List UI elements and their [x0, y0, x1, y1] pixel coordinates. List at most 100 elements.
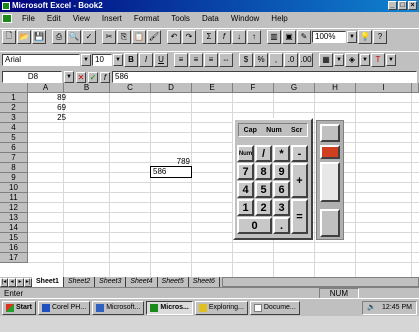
taskbar-item[interactable]: Microsoft...	[92, 300, 145, 315]
close-button[interactable]: ×	[408, 1, 417, 10]
last-sheet-icon[interactable]: ▸|	[24, 277, 32, 287]
taskbar-item[interactable]: Exploring...	[194, 300, 248, 315]
row-header[interactable]: 10	[0, 183, 28, 193]
tab-sheet6[interactable]: Sheet6	[188, 277, 220, 287]
arrow-icon[interactable]	[320, 145, 340, 159]
zoom-dropdown-icon[interactable]: ▼	[347, 30, 357, 43]
font-color-dropdown-icon[interactable]: ▼	[386, 53, 396, 66]
menu-data[interactable]: Data	[196, 14, 225, 23]
taskbar-item[interactable]: Docume...	[249, 300, 300, 315]
column-header[interactable]: B	[64, 83, 110, 93]
key-8[interactable]: 8	[255, 163, 272, 180]
format-painter-icon[interactable]: 🖌	[147, 29, 161, 44]
redo-icon[interactable]: ↷	[182, 29, 196, 44]
align-left-icon[interactable]: ≡	[174, 52, 188, 67]
name-box-dropdown-icon[interactable]: ▼	[64, 71, 74, 83]
currency-icon[interactable]: $	[239, 52, 253, 67]
increase-decimal-icon[interactable]: .0	[284, 52, 298, 67]
row-header[interactable]: 11	[0, 193, 28, 203]
new-icon[interactable]: 🗋	[2, 29, 16, 44]
merge-center-icon[interactable]: ⇔	[219, 52, 233, 67]
column-header[interactable]: I	[356, 83, 412, 93]
font-dropdown-icon[interactable]: ▼	[81, 53, 91, 66]
taskbar-item[interactable]: Corel PH...	[37, 300, 91, 315]
taskbar-item-active[interactable]: Micros...	[146, 300, 193, 315]
column-header[interactable]: D	[151, 83, 192, 93]
clock[interactable]: 12:45 PM	[382, 302, 412, 314]
row-header[interactable]: 12	[0, 203, 28, 213]
key-1[interactable]: 1	[237, 199, 254, 216]
font-name-box[interactable]: Arial	[2, 53, 80, 66]
fill-dropdown-icon[interactable]: ▼	[360, 53, 370, 66]
menu-window[interactable]: Window	[225, 14, 265, 23]
fill-color-icon[interactable]: ◈	[345, 52, 359, 67]
row-header[interactable]: 17	[0, 253, 28, 263]
spelling-icon[interactable]: ✓	[82, 29, 96, 44]
percent-icon[interactable]: %	[254, 52, 268, 67]
tipwizard-icon[interactable]: 💡	[358, 29, 372, 44]
key-0[interactable]: 0	[237, 217, 272, 234]
row-header[interactable]: 5	[0, 133, 28, 143]
calculator-toggle-icon[interactable]	[320, 124, 340, 142]
active-cell-d8[interactable]: 586	[150, 166, 192, 178]
align-right-icon[interactable]: ≡	[204, 52, 218, 67]
divide-key[interactable]: /	[255, 145, 272, 162]
row-header[interactable]: 14	[0, 223, 28, 233]
row-header[interactable]: 2	[0, 103, 28, 113]
multiply-key[interactable]: *	[273, 145, 290, 162]
key-5[interactable]: 5	[255, 181, 272, 198]
key-2[interactable]: 2	[255, 199, 272, 216]
column-header[interactable]: G	[274, 83, 315, 93]
tab-sheet5[interactable]: Sheet5	[157, 277, 189, 287]
borders-icon[interactable]: ▦	[319, 52, 333, 67]
column-header[interactable]: C	[110, 83, 151, 93]
tab-sheet4[interactable]: Sheet4	[126, 277, 158, 287]
undo-icon[interactable]: ↶	[167, 29, 181, 44]
zoom-box[interactable]: 100%	[312, 30, 346, 43]
first-sheet-icon[interactable]: |◂	[0, 277, 8, 287]
list-icon[interactable]	[320, 162, 340, 202]
horizontal-scrollbar[interactable]	[221, 277, 419, 287]
minus-key[interactable]: -	[291, 145, 308, 162]
font-size-box[interactable]: 10	[92, 53, 112, 66]
row-header[interactable]: 6	[0, 143, 28, 153]
key-9[interactable]: 9	[273, 163, 290, 180]
menu-format[interactable]: Format	[128, 14, 165, 23]
key-7[interactable]: 7	[237, 163, 254, 180]
cell-a1[interactable]: 89	[28, 93, 68, 103]
numlock-key[interactable]: Num	[237, 145, 254, 162]
decrease-decimal-icon[interactable]: .00	[299, 52, 313, 67]
prev-sheet-icon[interactable]: ◂	[8, 277, 16, 287]
next-sheet-icon[interactable]: ▸	[16, 277, 24, 287]
worksheet-grid[interactable]: A B C D E F G H I 1 2 3 4 5 6 7 8 9 10 1…	[0, 83, 419, 277]
select-all-corner[interactable]	[0, 83, 28, 93]
cell-a3[interactable]: 25	[28, 113, 68, 123]
tab-sheet2[interactable]: Sheet2	[63, 277, 96, 287]
row-header[interactable]: 13	[0, 213, 28, 223]
map-icon[interactable]: ▣	[282, 29, 296, 44]
row-header[interactable]: 4	[0, 123, 28, 133]
row-header[interactable]: 3	[0, 113, 28, 123]
help-icon[interactable]: ?	[373, 29, 387, 44]
menu-view[interactable]: View	[67, 14, 96, 23]
equals-key[interactable]: =	[291, 199, 308, 234]
tab-sheet3[interactable]: Sheet3	[95, 277, 127, 287]
menu-tools[interactable]: Tools	[165, 14, 196, 23]
plus-key[interactable]: +	[291, 163, 308, 198]
vertical-scrollbar[interactable]	[412, 83, 419, 93]
decimal-key[interactable]: .	[273, 217, 290, 234]
column-header[interactable]: E	[192, 83, 233, 93]
italic-icon[interactable]: I	[139, 52, 153, 67]
row-header[interactable]: 8	[0, 163, 28, 173]
key-6[interactable]: 6	[273, 181, 290, 198]
function-icon[interactable]: f	[100, 71, 110, 83]
menu-insert[interactable]: Insert	[96, 14, 128, 23]
menu-edit[interactable]: Edit	[41, 14, 67, 23]
formula-input[interactable]: 586	[112, 71, 417, 83]
borders-dropdown-icon[interactable]: ▼	[334, 53, 344, 66]
menu-help[interactable]: Help	[265, 14, 293, 23]
row-header[interactable]: 16	[0, 243, 28, 253]
font-color-icon[interactable]: T	[371, 52, 385, 67]
row-header[interactable]: 7	[0, 153, 28, 163]
key-3[interactable]: 3	[273, 199, 290, 216]
